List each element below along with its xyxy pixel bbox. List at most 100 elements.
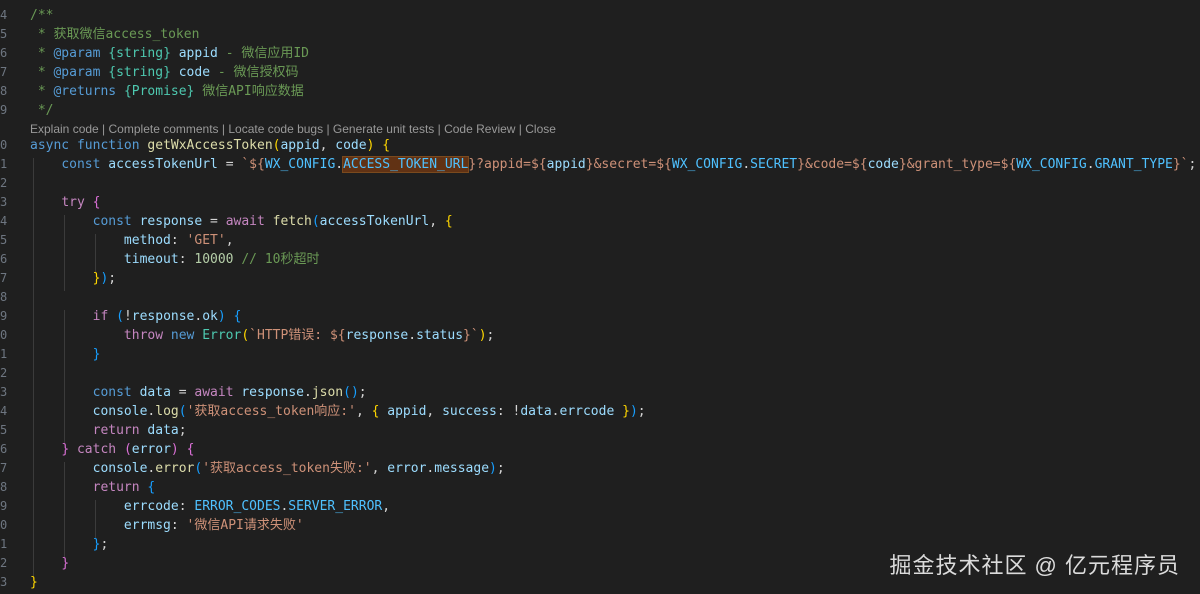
line-number: 8 <box>0 480 8 494</box>
jsdoc-tag: @param <box>53 65 101 80</box>
comment-text: - 微信授权码 <box>210 65 299 80</box>
comment-text: /** <box>30 8 54 23</box>
variable: appid <box>387 404 427 419</box>
variable: error <box>387 461 427 476</box>
keyword: return <box>92 480 140 495</box>
string: '获取access_token响应:' <box>186 404 356 419</box>
string: '微信API请求失败' <box>186 518 304 533</box>
keyword: function <box>76 138 140 153</box>
line-number: 0 <box>0 328 8 342</box>
code-line: const accessTokenUrl = `${WX_CONFIG.ACCE… <box>61 156 1197 173</box>
jsdoc-type: {string} <box>108 46 171 61</box>
keyword: const <box>92 214 132 229</box>
code-line: try { <box>61 195 101 210</box>
code-line: console.error('获取access_token失败:', error… <box>92 461 505 476</box>
constant: ERROR_CODES <box>194 499 281 514</box>
code-editor[interactable]: 4 5 6 7 8 9 0 1 2 3 4 5 6 7 8 9 0 1 2 3 4 5 6 7 8 9 0 1 2 3 /** * 获取微… <box>0 0 1200 594</box>
codelens-actions: Explain code | Complete comments | Locat… <box>30 120 556 138</box>
param: code <box>335 138 367 153</box>
line-number: 0 <box>0 138 8 152</box>
line-number: 9 <box>0 309 8 323</box>
line-number: 1 <box>0 157 8 171</box>
property: message <box>434 461 490 476</box>
variable: accessTokenUrl <box>108 157 218 172</box>
line-number: 9 <box>0 499 8 513</box>
line-number-gutter: 4 5 6 7 8 9 0 1 2 3 4 5 6 7 8 9 0 1 2 3 4 5 6 7 8 9 0 1 2 3 <box>0 0 22 594</box>
codelens-separator: | <box>98 122 109 136</box>
line-number: 1 <box>0 537 8 551</box>
number: 10000 <box>194 252 234 267</box>
line-number: 2 <box>0 556 8 570</box>
variable: data <box>139 385 171 400</box>
keyword: new <box>170 328 195 343</box>
code-line: } <box>92 347 101 362</box>
function-name: json <box>311 385 344 400</box>
codelens-code-review[interactable]: Code Review <box>444 122 515 136</box>
property: errcode <box>559 404 615 419</box>
jsdoc-param-name: code <box>178 65 211 80</box>
highlighted-constant: ACCESS_TOKEN_URL <box>342 156 470 173</box>
line-number: 4 <box>0 404 8 418</box>
code-line: */ <box>30 101 54 120</box>
code-line: timeout: 10000 // 10秒超时 <box>123 252 320 267</box>
property: errmsg <box>123 518 171 533</box>
codelens-close[interactable]: Close <box>525 122 556 136</box>
constant: SECRET <box>750 157 798 172</box>
watermark: 掘金技术社区 @ 亿元程序员 <box>889 553 1180 578</box>
code-line: } catch (error) { <box>61 442 195 457</box>
codelens-complete-comments[interactable]: Complete comments <box>109 122 219 136</box>
variable: console <box>92 404 148 419</box>
code-line: throw new Error(`HTTP错误: ${response.stat… <box>123 328 495 343</box>
property: timeout <box>123 252 179 267</box>
function-name: getWxAccessToken <box>147 138 273 153</box>
jsdoc-param-name: appid <box>178 46 218 61</box>
class-name: Error <box>202 328 242 343</box>
keyword: catch <box>76 442 117 457</box>
code-line: const data = await response.json(); <box>92 385 367 400</box>
codelens-explain-code[interactable]: Explain code <box>30 122 99 136</box>
code-line: }; <box>92 537 109 552</box>
string: '获取access_token失败:' <box>202 461 372 476</box>
codelens-separator: | <box>323 122 333 136</box>
code-line: * @param {string} appid - 微信应用ID <box>30 46 310 61</box>
variable: appid <box>546 157 586 172</box>
line-number: 6 <box>0 252 8 266</box>
comment-text: */ <box>30 103 54 118</box>
line-number: 1 <box>0 347 8 361</box>
code-line: method: 'GET', <box>123 233 234 248</box>
code-line: * @param {string} code - 微信授权码 <box>30 65 299 80</box>
line-number: 0 <box>0 518 8 532</box>
codelens-locate-code-bugs[interactable]: Locate code bugs <box>228 122 323 136</box>
constant: WX_CONFIG <box>1016 157 1087 172</box>
jsdoc-type: {string} <box>108 65 171 80</box>
function-name: log <box>155 404 179 419</box>
keyword: const <box>61 157 101 172</box>
line-number: 7 <box>0 271 8 285</box>
line-number: 2 <box>0 176 8 190</box>
variable: response <box>345 328 409 343</box>
comment-text: * <box>30 27 54 42</box>
line-number: 3 <box>0 385 8 399</box>
constant: WX_CONFIG <box>671 157 743 172</box>
param: appid <box>280 138 320 153</box>
line-number: 6 <box>0 46 8 60</box>
line-number: 3 <box>0 195 8 209</box>
comment-text: 微信API响应数据 <box>194 84 304 99</box>
property: errcode <box>123 499 179 514</box>
jsdoc-type: {Promise} <box>123 84 195 99</box>
variable: data <box>147 423 179 438</box>
string: `HTTP错误: <box>249 328 330 343</box>
code-line: console.log('获取access_token响应:', { appid… <box>92 404 646 419</box>
keyword: if <box>92 309 109 324</box>
variable: code <box>867 157 899 172</box>
code-area[interactable]: /** * 获取微信access_token * @param {string}… <box>30 0 1200 594</box>
codelens-separator: | <box>434 122 445 136</box>
line-number: 5 <box>0 233 8 247</box>
line-number: 7 <box>0 461 8 475</box>
variable: response <box>139 214 203 229</box>
variable: error <box>131 442 171 457</box>
codelens-generate-unit-tests[interactable]: Generate unit tests <box>333 122 434 136</box>
keyword: throw <box>123 328 164 343</box>
codelens-separator: | <box>515 122 526 136</box>
jsdoc-tag: @param <box>53 46 101 61</box>
